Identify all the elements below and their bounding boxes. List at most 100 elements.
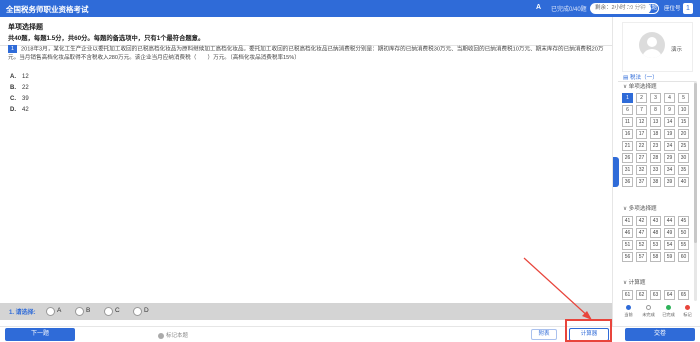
- legend-dot: [626, 305, 631, 310]
- option-text: 42: [22, 107, 29, 113]
- group-header-single[interactable]: ∨ 单项选择题: [623, 82, 657, 90]
- mark-question-button[interactable]: 标记本题: [158, 331, 188, 339]
- question-cell[interactable]: 16: [622, 129, 633, 139]
- question-cell[interactable]: 63: [650, 290, 661, 300]
- question-cell[interactable]: 25: [678, 141, 689, 151]
- question-cell[interactable]: 45: [678, 216, 689, 226]
- question-cell[interactable]: 44: [664, 216, 675, 226]
- question-cell[interactable]: 23: [650, 141, 661, 151]
- question-cell[interactable]: 37: [636, 177, 647, 187]
- legend-label: 已完成: [662, 312, 675, 317]
- font-size-icon[interactable]: A: [536, 4, 541, 11]
- radio-b[interactable]: [75, 307, 84, 316]
- question-cell[interactable]: 65: [678, 290, 689, 300]
- question-cell[interactable]: 48: [650, 228, 661, 238]
- question-cell[interactable]: 3: [650, 93, 661, 103]
- next-question-button[interactable]: 下一题: [5, 328, 75, 341]
- radio-c[interactable]: [104, 307, 113, 316]
- question-cell[interactable]: 8: [650, 105, 661, 115]
- legend-marked: 标记: [679, 305, 696, 318]
- sidebar-toggle-handle[interactable]: [613, 157, 619, 187]
- question-cell[interactable]: 5: [678, 93, 689, 103]
- legend-unfinished: 未完成: [640, 305, 657, 318]
- question-cell[interactable]: 28: [650, 153, 661, 163]
- question-cell[interactable]: 31: [622, 165, 633, 175]
- group-header-calc[interactable]: ∨ 计算题: [623, 278, 645, 286]
- radio-a[interactable]: [46, 307, 55, 316]
- question-cell[interactable]: 43: [650, 216, 661, 226]
- question-cell[interactable]: 9: [664, 105, 675, 115]
- sidebar-scrollbar[interactable]: [694, 81, 697, 301]
- question-cell[interactable]: 15: [678, 117, 689, 127]
- question-cell[interactable]: 34: [664, 165, 675, 175]
- submit-exam-button[interactable]: 交卷: [625, 328, 695, 341]
- question-text: 2018年3月，某化工生产企业以委托加工收回的已税高档化妆品为原料继续加工高档化…: [8, 46, 604, 62]
- question-cell[interactable]: 22: [636, 141, 647, 151]
- question-cell[interactable]: 12: [636, 117, 647, 127]
- question-cell[interactable]: 11: [622, 117, 633, 127]
- question-cell[interactable]: 51: [622, 240, 633, 250]
- question-cell[interactable]: 55: [678, 240, 689, 250]
- question-stem: 1 2018年3月，某化工生产企业以委托加工收回的已税高档化妆品为原料继续加工高档…: [8, 45, 606, 63]
- mark-label: 标记本题: [166, 333, 189, 339]
- question-cell[interactable]: 20: [678, 129, 689, 139]
- option-a: A. 12: [10, 72, 29, 83]
- radio-d[interactable]: [133, 307, 142, 316]
- question-cell[interactable]: 41: [622, 216, 633, 226]
- question-cell[interactable]: 13: [650, 117, 661, 127]
- question-cell[interactable]: 47: [636, 228, 647, 238]
- question-cell[interactable]: 50: [678, 228, 689, 238]
- question-cell[interactable]: 60: [678, 252, 689, 262]
- question-cell[interactable]: 38: [650, 177, 661, 187]
- question-cell[interactable]: 17: [636, 129, 647, 139]
- question-cell[interactable]: 4: [664, 93, 675, 103]
- question-cell[interactable]: 18: [650, 129, 661, 139]
- question-cell[interactable]: 62: [636, 290, 647, 300]
- question-cell[interactable]: 33: [650, 165, 661, 175]
- question-cell[interactable]: 21: [622, 141, 633, 151]
- question-cell[interactable]: 26: [622, 153, 633, 163]
- question-cell[interactable]: 29: [664, 153, 675, 163]
- question-cell[interactable]: 58: [650, 252, 661, 262]
- question-cell[interactable]: 54: [664, 240, 675, 250]
- question-cell[interactable]: 56: [622, 252, 633, 262]
- question-cell[interactable]: 46: [622, 228, 633, 238]
- question-cell[interactable]: 24: [664, 141, 675, 151]
- scrollbar-thumb[interactable]: [694, 83, 697, 243]
- question-cell[interactable]: 40: [678, 177, 689, 187]
- question-cell[interactable]: 1: [622, 93, 633, 103]
- question-cell[interactable]: 6: [622, 105, 633, 115]
- question-cell[interactable]: 7: [636, 105, 647, 115]
- avatar: [639, 32, 665, 58]
- radio-label-b: B: [86, 307, 91, 314]
- question-cell[interactable]: 59: [664, 252, 675, 262]
- close-exam-button[interactable]: X 关闭试题: [628, 3, 659, 14]
- question-cell[interactable]: 30: [678, 153, 689, 163]
- question-cell[interactable]: 42: [636, 216, 647, 226]
- question-cell[interactable]: 10: [678, 105, 689, 115]
- question-cell[interactable]: 64: [664, 290, 675, 300]
- option-text: 39: [22, 96, 29, 102]
- mark-icon: [158, 332, 164, 339]
- option-text: 12: [22, 74, 29, 80]
- question-cell[interactable]: 32: [636, 165, 647, 175]
- question-cell[interactable]: 35: [678, 165, 689, 175]
- group-header-multiple[interactable]: ∨ 多项选择题: [623, 204, 657, 212]
- option-letter: A.: [10, 74, 16, 80]
- question-cell[interactable]: 14: [664, 117, 675, 127]
- attachment-button[interactable]: 附表: [531, 329, 557, 340]
- question-grid-calc: 61 62 63 64 65: [622, 290, 692, 300]
- question-cell[interactable]: 19: [664, 129, 675, 139]
- question-cell[interactable]: 27: [636, 153, 647, 163]
- question-cell[interactable]: 2: [636, 93, 647, 103]
- question-cell[interactable]: 53: [650, 240, 661, 250]
- question-cell[interactable]: 61: [622, 290, 633, 300]
- legend-label: 当前: [624, 312, 633, 317]
- question-cell[interactable]: 49: [664, 228, 675, 238]
- question-cell[interactable]: 52: [636, 240, 647, 250]
- subject-label: ▤ 税法（一）: [623, 75, 658, 81]
- question-cell[interactable]: 57: [636, 252, 647, 262]
- question-cell[interactable]: 36: [622, 177, 633, 187]
- legend-dot: [685, 305, 690, 310]
- question-cell[interactable]: 39: [664, 177, 675, 187]
